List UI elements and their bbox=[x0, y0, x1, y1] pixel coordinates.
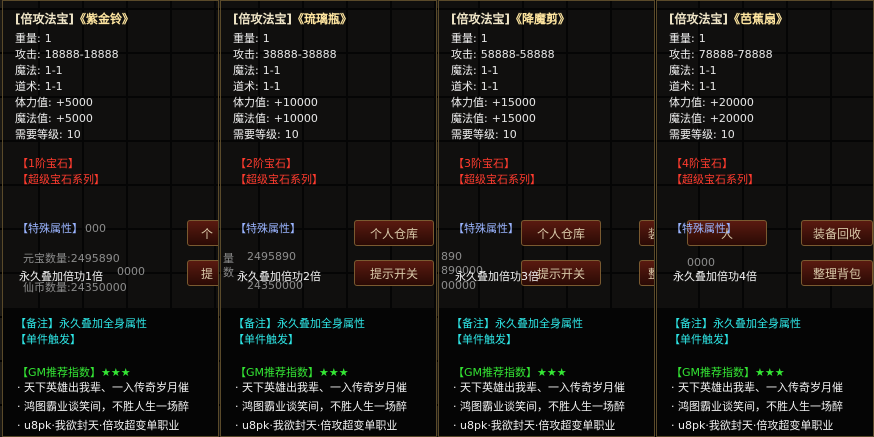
trigger-text: 【单件触发】 bbox=[669, 333, 735, 346]
item-title: [倍攻法宝]《紫金铃》 bbox=[15, 12, 134, 26]
item-title: [倍攻法宝]《琉璃瓶》 bbox=[233, 12, 352, 26]
level-value: 10 bbox=[284, 128, 299, 141]
weight-value: 1 bbox=[698, 32, 706, 45]
note-text: 【备注】永久叠加全身属性 bbox=[669, 317, 801, 330]
item-tooltip-panel-3: 个人仓库 提示开关 装 整 890 890000 00000 [倍攻法宝]《降魔… bbox=[438, 0, 655, 437]
tooltip-footer: 【备注】永久叠加全身属性 【单件触发】 【GM推荐指数】★★★ 天下英雄出我辈、… bbox=[221, 308, 436, 436]
level-value: 10 bbox=[502, 128, 517, 141]
magic-value: 1-1 bbox=[480, 64, 499, 77]
organize-bag-button-bg[interactable]: 整 bbox=[639, 260, 654, 286]
note-text: 【备注】永久叠加全身属性 bbox=[15, 317, 147, 330]
mp-value: +10000 bbox=[273, 112, 318, 125]
yuanbao-count-bg: 元宝数量:2495890 bbox=[23, 252, 120, 265]
tao-value: 1-1 bbox=[262, 80, 281, 93]
note-text: 【备注】永久叠加全身属性 bbox=[451, 317, 583, 330]
special-attribute-label: 【特殊属性】 bbox=[235, 222, 301, 235]
tao-value: 1-1 bbox=[44, 80, 63, 93]
hp-value: +10000 bbox=[273, 96, 318, 109]
special-attribute-label: 【特殊属性】 bbox=[453, 222, 519, 235]
tooltip-footer: 【备注】永久叠加全身属性 【单件触发】 【GM推荐指数】★★★ 天下英雄出我辈、… bbox=[3, 308, 218, 436]
item-stats: 重量: 1 攻击: 78888-78888 魔法: 1-1 道术: 1-1 体力值: +2… bbox=[669, 32, 773, 141]
xianbi-count-bg: 数 bbox=[223, 266, 234, 279]
amount-fragment-bg-2: 0000 bbox=[117, 265, 145, 278]
gem-series: 【超级宝石系列】 bbox=[671, 173, 759, 186]
organize-bag-button[interactable]: 整理背包 bbox=[801, 260, 873, 286]
item-title: [倍攻法宝]《降魔剪》 bbox=[451, 12, 570, 26]
weight-value: 1 bbox=[44, 32, 52, 45]
gem-tier: 【2阶宝石】 bbox=[235, 157, 297, 170]
amount-fragment-bg: 000 bbox=[85, 222, 106, 235]
gem-series: 【超级宝石系列】 bbox=[453, 173, 541, 186]
level-value: 10 bbox=[66, 128, 81, 141]
item-stats: 重量: 1 攻击: 38888-38888 魔法: 1-1 道术: 1-1 体力值: +1… bbox=[233, 32, 337, 141]
gem-info: 【4阶宝石】 【超级宝石系列】 bbox=[671, 156, 759, 188]
slogan-lines: 天下英雄出我辈、一入传奇岁月催 鸿图霸业谈笑间，不胜人生一场醉 u8pk·我欲封… bbox=[235, 378, 407, 435]
attack-value: 38888-38888 bbox=[262, 48, 337, 61]
weight-value: 1 bbox=[480, 32, 488, 45]
item-tooltip-panel-1: 个 提 元宝数量:2495890 仙币数量:24350000 000 0000 … bbox=[2, 0, 219, 437]
hp-value: +15000 bbox=[491, 96, 536, 109]
item-tooltip-panel-4: 人 装备回收 整理背包 0000 [倍攻法宝]《芭蕉扇》 重量: 1 攻击: 788… bbox=[656, 0, 874, 437]
trigger-text: 【单件触发】 bbox=[233, 333, 299, 346]
permanent-bonus: 永久叠加倍功4倍 bbox=[673, 270, 757, 283]
gem-tier: 【4阶宝石】 bbox=[671, 157, 733, 170]
permanent-bonus: 永久叠加倍功3倍 bbox=[455, 270, 539, 283]
equip-recycle-button[interactable]: 装备回收 bbox=[801, 220, 873, 246]
gem-info: 【1阶宝石】 【超级宝石系列】 bbox=[17, 156, 105, 188]
mp-value: +5000 bbox=[55, 112, 93, 125]
hint-switch-button-bg[interactable]: 提 bbox=[187, 260, 218, 286]
item-tooltip-panel-2: 个人仓库 提示开关 量 数 2495890 24350000 [倍攻法宝]《琉璃… bbox=[220, 0, 437, 437]
note-text: 【备注】永久叠加全身属性 bbox=[233, 317, 365, 330]
tooltip-footer: 【备注】永久叠加全身属性 【单件触发】 【GM推荐指数】★★★ 天下英雄出我辈、… bbox=[439, 308, 654, 436]
item-title: [倍攻法宝]《芭蕉扇》 bbox=[669, 12, 788, 26]
gem-info: 【3阶宝石】 【超级宝石系列】 bbox=[453, 156, 541, 188]
item-stats: 重量: 1 攻击: 18888-18888 魔法: 1-1 道术: 1-1 体力值: +5… bbox=[15, 32, 119, 141]
item-stats: 重量: 1 攻击: 58888-58888 魔法: 1-1 道术: 1-1 体力值: +1… bbox=[451, 32, 555, 141]
hint-switch-button-bg[interactable]: 提示开关 bbox=[354, 260, 434, 286]
gem-series: 【超级宝石系列】 bbox=[17, 173, 105, 186]
special-attribute-label: 【特殊属性】 bbox=[671, 222, 737, 235]
hp-value: +20000 bbox=[709, 96, 754, 109]
magic-value: 1-1 bbox=[698, 64, 717, 77]
personal-warehouse-button-bg[interactable]: 个人仓库 bbox=[354, 220, 434, 246]
slogan-lines: 天下英雄出我辈、一入传奇岁月催 鸿图霸业谈笑间，不胜人生一场醉 u8pk·我欲封… bbox=[17, 378, 189, 435]
magic-value: 1-1 bbox=[44, 64, 63, 77]
magic-value: 1-1 bbox=[262, 64, 281, 77]
attack-value: 18888-18888 bbox=[44, 48, 119, 61]
attack-value: 78888-78888 bbox=[698, 48, 773, 61]
yuanbao-value-bg: 890 bbox=[441, 250, 462, 263]
attack-value: 58888-58888 bbox=[480, 48, 555, 61]
slogan-lines: 天下英雄出我辈、一入传奇岁月催 鸿图霸业谈笑间，不胜人生一场醉 u8pk·我欲封… bbox=[671, 378, 843, 435]
permanent-bonus: 永久叠加倍功2倍 bbox=[237, 270, 321, 283]
gem-tier: 【1阶宝石】 bbox=[17, 157, 79, 170]
gem-tier: 【3阶宝石】 bbox=[453, 157, 515, 170]
special-attribute-label: 【特殊属性】 bbox=[17, 222, 83, 235]
hp-value: +5000 bbox=[55, 96, 93, 109]
gem-info: 【2阶宝石】 【超级宝石系列】 bbox=[235, 156, 323, 188]
yuanbao-value-bg: 2495890 bbox=[247, 250, 296, 263]
trigger-text: 【单件触发】 bbox=[15, 333, 81, 346]
personal-warehouse-button-bg[interactable]: 个 bbox=[187, 220, 218, 246]
mp-value: +15000 bbox=[491, 112, 536, 125]
gem-series: 【超级宝石系列】 bbox=[235, 173, 323, 186]
tao-value: 1-1 bbox=[698, 80, 717, 93]
level-value: 10 bbox=[720, 128, 735, 141]
trigger-text: 【单件触发】 bbox=[451, 333, 517, 346]
permanent-bonus: 永久叠加倍功1倍 bbox=[19, 270, 103, 283]
slogan-lines: 天下英雄出我辈、一入传奇岁月催 鸿图霸业谈笑间，不胜人生一场醉 u8pk·我欲封… bbox=[453, 378, 625, 435]
mp-value: +20000 bbox=[709, 112, 754, 125]
tooltip-footer: 【备注】永久叠加全身属性 【单件触发】 【GM推荐指数】★★★ 天下英雄出我辈、… bbox=[657, 308, 873, 436]
equip-recycle-button-bg[interactable]: 装 bbox=[639, 220, 654, 246]
weight-value: 1 bbox=[262, 32, 270, 45]
tao-value: 1-1 bbox=[480, 80, 499, 93]
personal-warehouse-button-bg[interactable]: 个人仓库 bbox=[521, 220, 601, 246]
